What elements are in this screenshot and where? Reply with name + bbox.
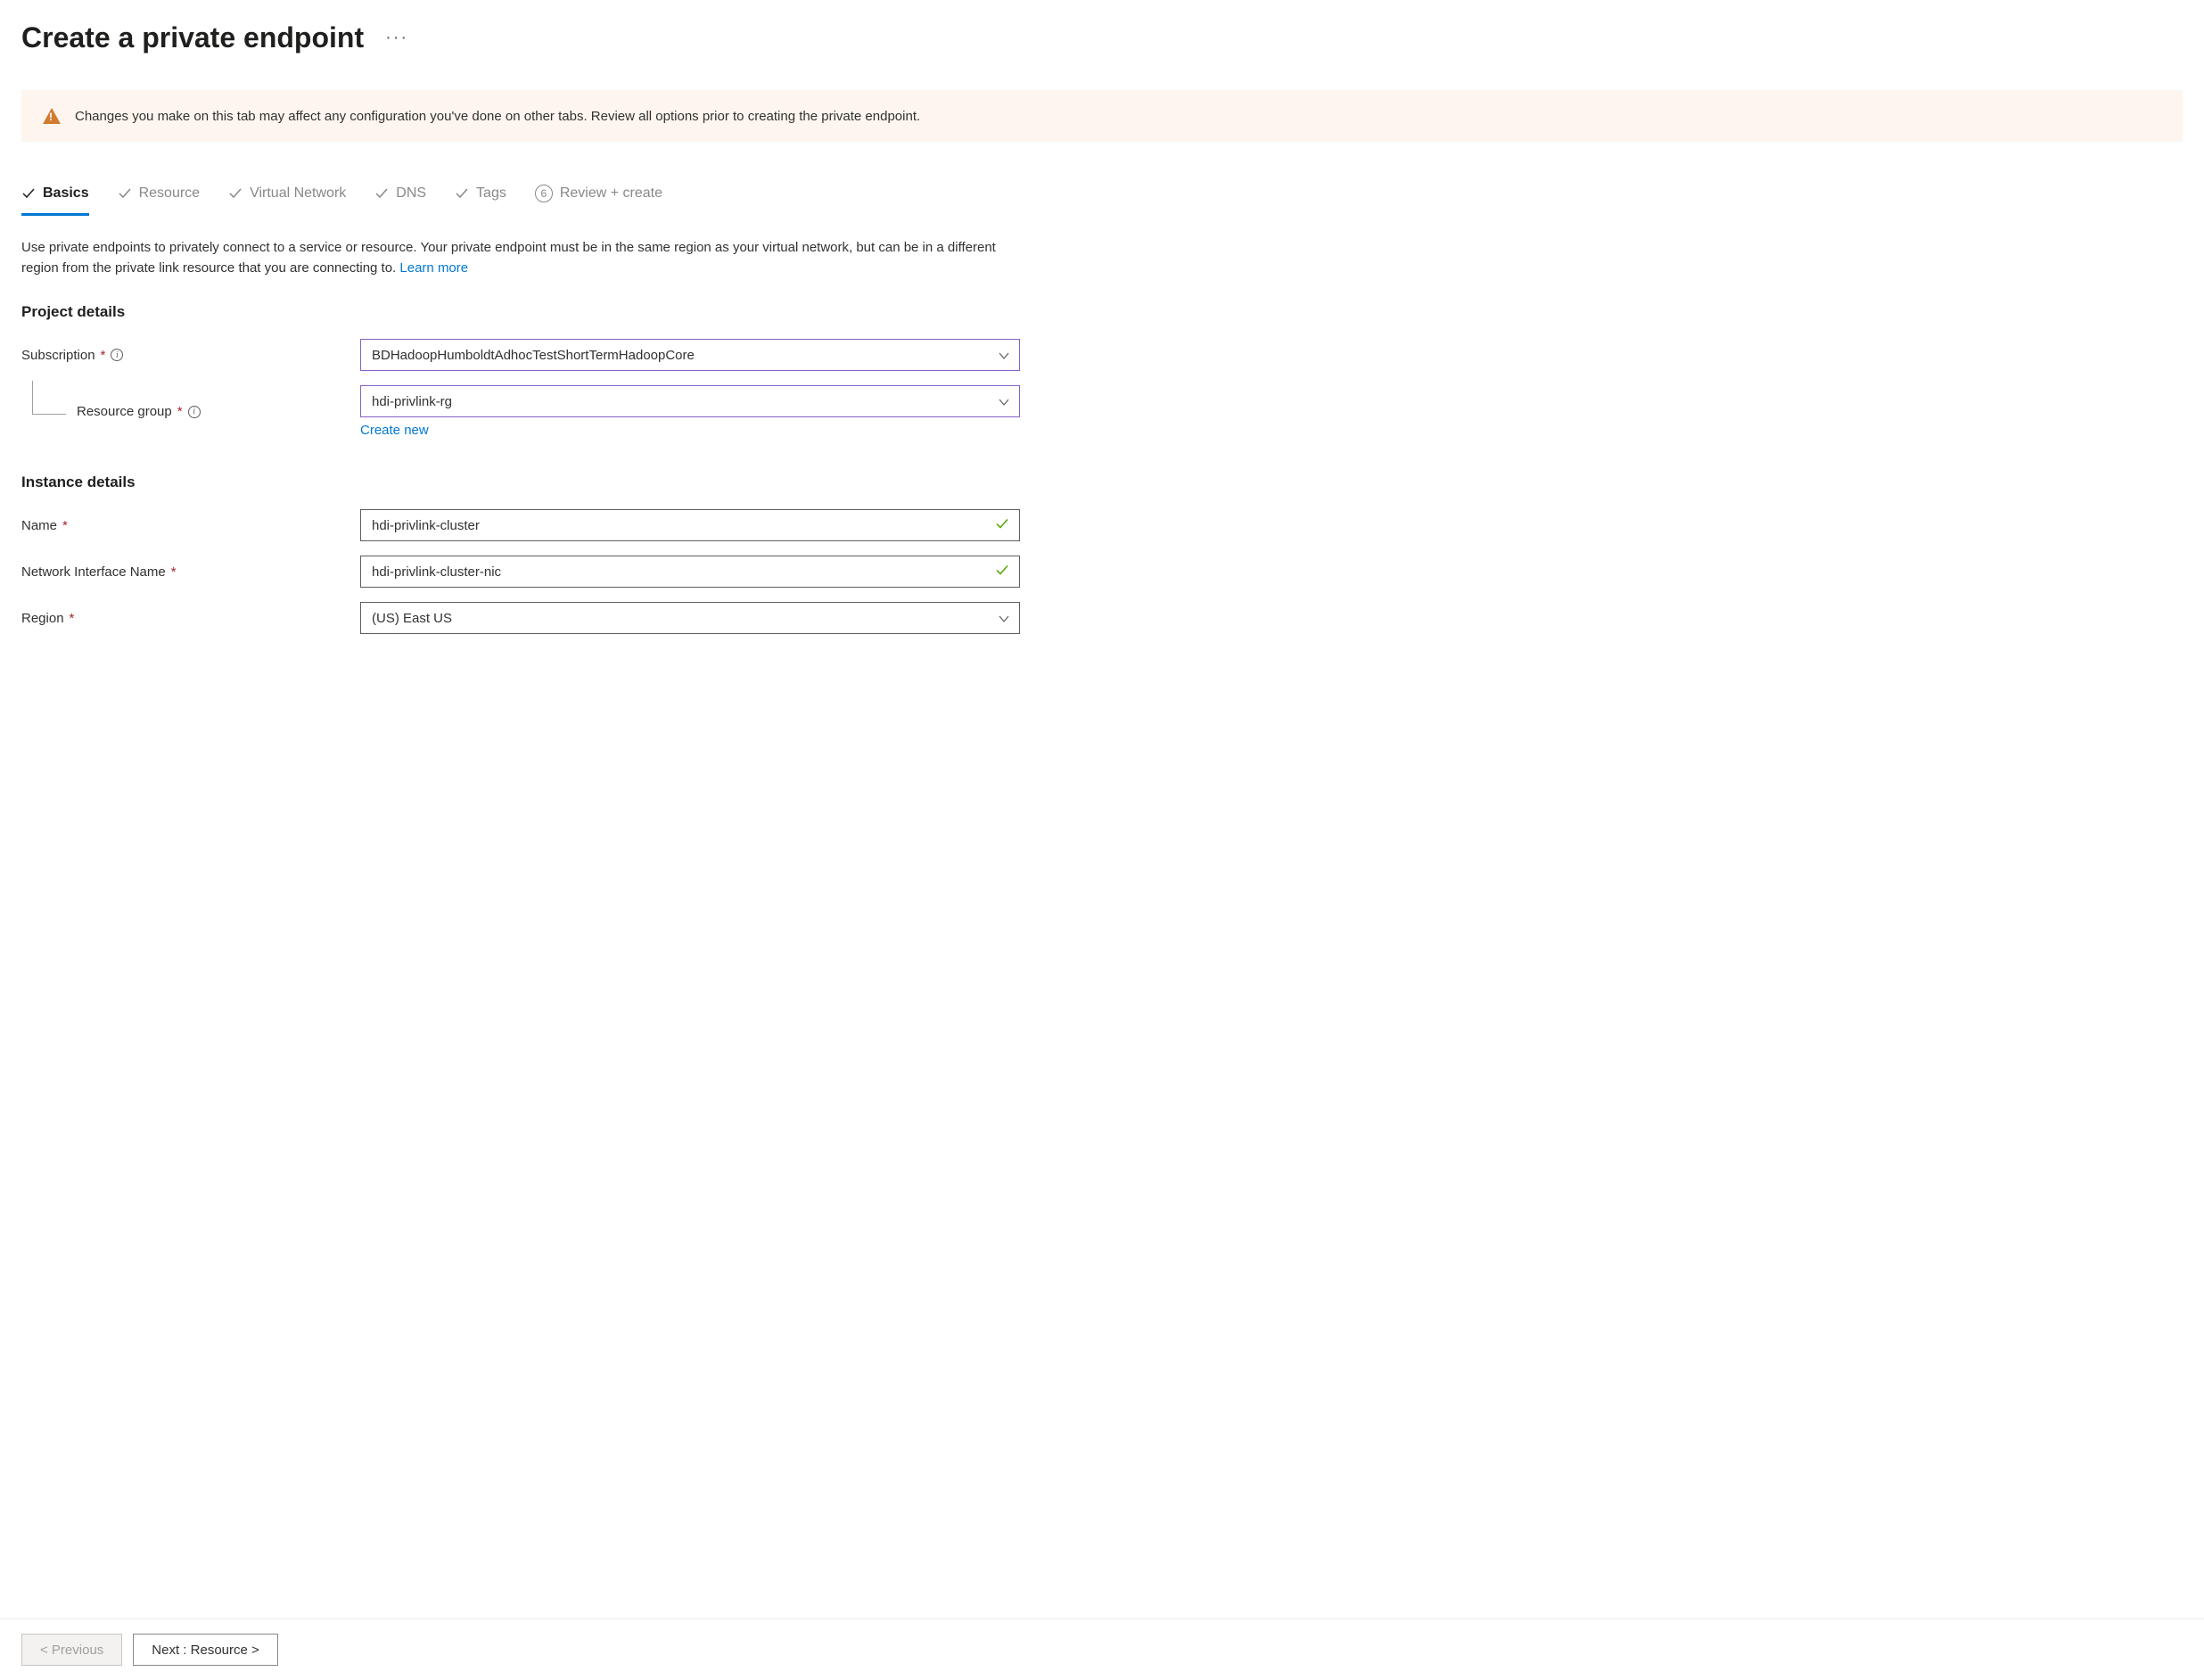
name-row: Name *: [21, 509, 2183, 541]
check-icon: [228, 186, 243, 201]
footer: < Previous Next : Resource >: [0, 1618, 2204, 1680]
tab-label: Basics: [43, 185, 89, 202]
resource-group-label: Resource group * i: [21, 404, 360, 419]
subscription-select[interactable]: BDHadoopHumboldtAdhocTestShortTermHadoop…: [360, 339, 1020, 371]
resource-group-row: Resource group * i hdi-privlink-rg Creat…: [21, 385, 2183, 438]
warning-icon: [43, 108, 61, 124]
tab-label: Resource: [139, 185, 200, 202]
warning-text: Changes you make on this tab may affect …: [75, 109, 920, 124]
warning-banner: Changes you make on this tab may affect …: [21, 90, 2183, 142]
subscription-value: BDHadoopHumboldtAdhocTestShortTermHadoop…: [372, 348, 695, 363]
description-text: Use private endpoints to privately conne…: [21, 238, 1002, 278]
previous-button: < Previous: [21, 1634, 122, 1666]
more-icon[interactable]: ···: [385, 28, 408, 48]
nic-input[interactable]: [360, 556, 1020, 588]
required-indicator: *: [101, 348, 106, 363]
section-instance-details: Instance details: [21, 474, 2183, 491]
learn-more-link[interactable]: Learn more: [399, 260, 468, 276]
region-select[interactable]: (US) East US: [360, 602, 1020, 634]
tab-review-create[interactable]: 6 Review + create: [535, 177, 662, 216]
valid-check-icon: [995, 517, 1009, 534]
nic-row: Network Interface Name *: [21, 556, 2183, 588]
page-header: Create a private endpoint ···: [21, 21, 2183, 54]
tab-label: Virtual Network: [250, 185, 346, 202]
resource-group-value: hdi-privlink-rg: [372, 394, 452, 409]
info-icon[interactable]: i: [188, 406, 201, 418]
tab-basics[interactable]: Basics: [21, 177, 89, 216]
region-label: Region *: [21, 611, 360, 626]
subscription-label: Subscription * i: [21, 348, 360, 363]
check-icon: [118, 186, 132, 201]
tab-label: Tags: [476, 185, 506, 202]
valid-check-icon: [995, 564, 1009, 581]
tab-tags[interactable]: Tags: [455, 177, 506, 216]
chevron-down-icon: [998, 350, 1008, 360]
section-project-details: Project details: [21, 303, 2183, 321]
check-icon: [374, 186, 389, 201]
subscription-row: Subscription * i BDHadoopHumboldtAdhocTe…: [21, 339, 2183, 371]
step-number-icon: 6: [535, 185, 553, 202]
tab-virtual-network[interactable]: Virtual Network: [228, 177, 346, 216]
name-input[interactable]: [360, 509, 1020, 541]
required-indicator: *: [171, 564, 177, 580]
tab-resource[interactable]: Resource: [118, 177, 200, 216]
required-indicator: *: [177, 404, 183, 419]
chevron-down-icon: [998, 613, 1008, 623]
required-indicator: *: [62, 518, 68, 533]
region-row: Region * (US) East US: [21, 602, 2183, 634]
name-label: Name *: [21, 518, 360, 533]
tab-label: DNS: [396, 185, 426, 202]
tabs: Basics Resource Virtual Network DNS Tags: [21, 177, 2183, 217]
info-icon[interactable]: i: [111, 349, 123, 361]
page-title: Create a private endpoint: [21, 21, 364, 54]
create-new-link[interactable]: Create new: [360, 423, 429, 438]
check-icon: [21, 186, 36, 201]
next-button[interactable]: Next : Resource >: [133, 1634, 277, 1666]
nic-label: Network Interface Name *: [21, 564, 360, 580]
region-value: (US) East US: [372, 611, 452, 626]
indent-line: [32, 381, 66, 415]
chevron-down-icon: [998, 396, 1008, 407]
required-indicator: *: [70, 611, 75, 626]
tab-label: Review + create: [560, 185, 662, 202]
tab-dns[interactable]: DNS: [374, 177, 426, 216]
resource-group-select[interactable]: hdi-privlink-rg: [360, 385, 1020, 417]
check-icon: [455, 186, 469, 201]
